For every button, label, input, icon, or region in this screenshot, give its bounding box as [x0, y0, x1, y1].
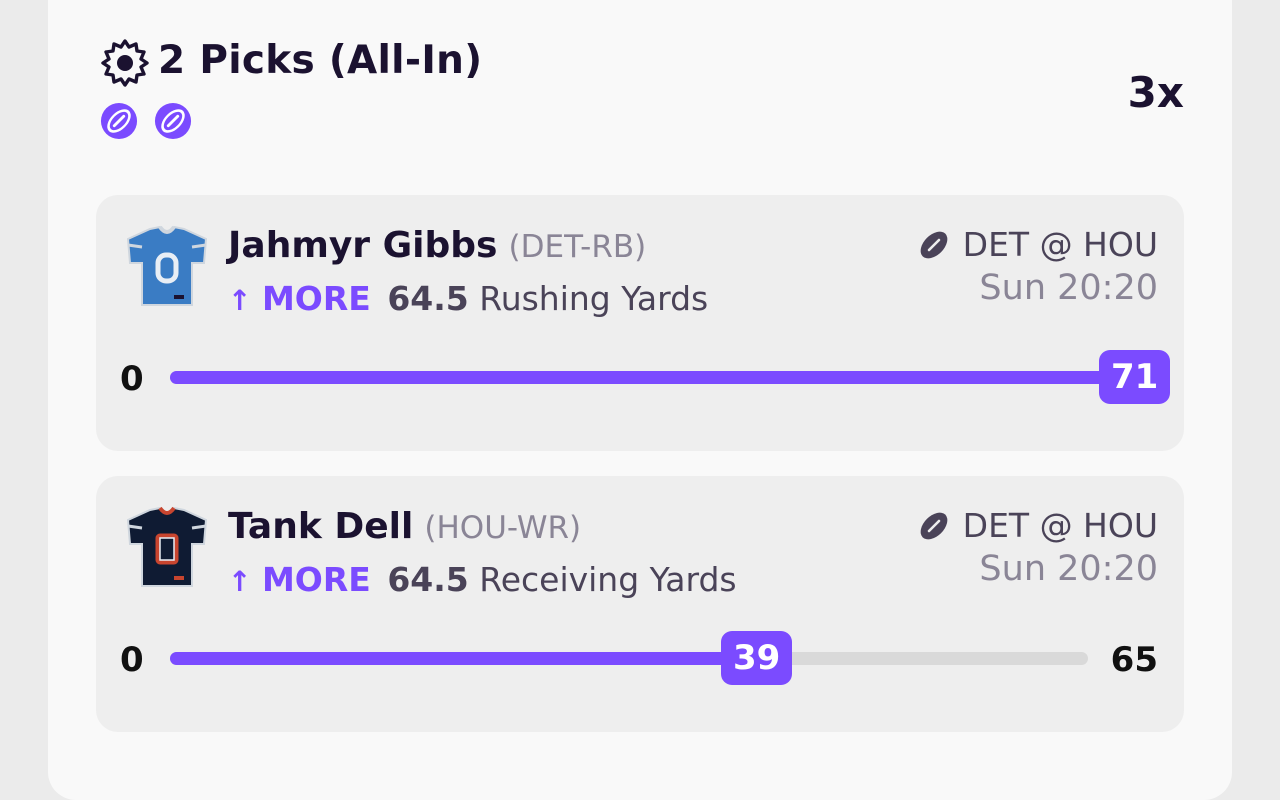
- player-position: (DET-RB): [508, 229, 647, 265]
- gear-icon: [101, 39, 149, 87]
- football-icon: [154, 102, 192, 140]
- payout-multiplier: 3x: [1127, 68, 1184, 117]
- progress-fill: [170, 371, 1120, 384]
- prop-line: ↑ MORE 64.5 Rushing Yards: [228, 279, 708, 318]
- matchup: DET @ HOU: [962, 225, 1158, 264]
- entry-title: 2 Picks (All-In): [158, 38, 483, 83]
- pick-card[interactable]: Tank Dell (HOU-WR) ↑ MORE 64.5 Receiving…: [96, 476, 1184, 732]
- matchup: DET @ HOU: [962, 506, 1158, 545]
- pick-direction: MORE: [261, 279, 371, 318]
- player-name: Tank Dell: [228, 506, 414, 547]
- arrow-up-icon: ↑: [228, 284, 252, 317]
- progress-start: 0: [120, 359, 144, 399]
- player-position: (HOU-WR): [424, 510, 582, 546]
- progress-start: 0: [120, 640, 144, 680]
- player-name: Jahmyr Gibbs: [228, 225, 498, 266]
- sport-icons: [100, 102, 192, 140]
- prop-line-value: 64.5: [387, 279, 469, 318]
- football-icon: [100, 102, 138, 140]
- player-line: Tank Dell (HOU-WR): [228, 506, 581, 547]
- stat-name: Receiving Yards: [479, 560, 737, 599]
- stat-progress: 0 71: [120, 347, 1171, 407]
- progress-current: 71: [1099, 350, 1171, 404]
- football-icon: [920, 231, 947, 258]
- prop-line-value: 64.5: [387, 560, 469, 599]
- game-info: DET @ HOU Sun 20:20: [917, 225, 1158, 308]
- stat-progress: 0 39 65: [120, 628, 1160, 688]
- prop-line: ↑ MORE 64.5 Receiving Yards: [228, 560, 737, 599]
- progress-fill: [170, 652, 730, 665]
- stat-name: Rushing Yards: [479, 279, 709, 318]
- pick-card[interactable]: Jahmyr Gibbs (DET-RB) ↑ MORE 64.5 Rushin…: [96, 195, 1184, 451]
- pick-direction: MORE: [261, 560, 371, 599]
- hou-jersey-icon: [126, 506, 208, 587]
- progress-current: 39: [721, 631, 793, 685]
- game-info: DET @ HOU Sun 20:20: [917, 506, 1158, 589]
- entry-header: 2 Picks (All-In) 3x: [100, 36, 1190, 146]
- det-jersey-icon: [126, 225, 208, 306]
- game-time: Sun 20:20: [979, 549, 1158, 589]
- player-line: Jahmyr Gibbs (DET-RB): [228, 225, 646, 266]
- game-time: Sun 20:20: [979, 268, 1158, 308]
- football-icon: [920, 512, 947, 539]
- arrow-up-icon: ↑: [228, 565, 252, 598]
- progress-target: 65: [1110, 640, 1158, 680]
